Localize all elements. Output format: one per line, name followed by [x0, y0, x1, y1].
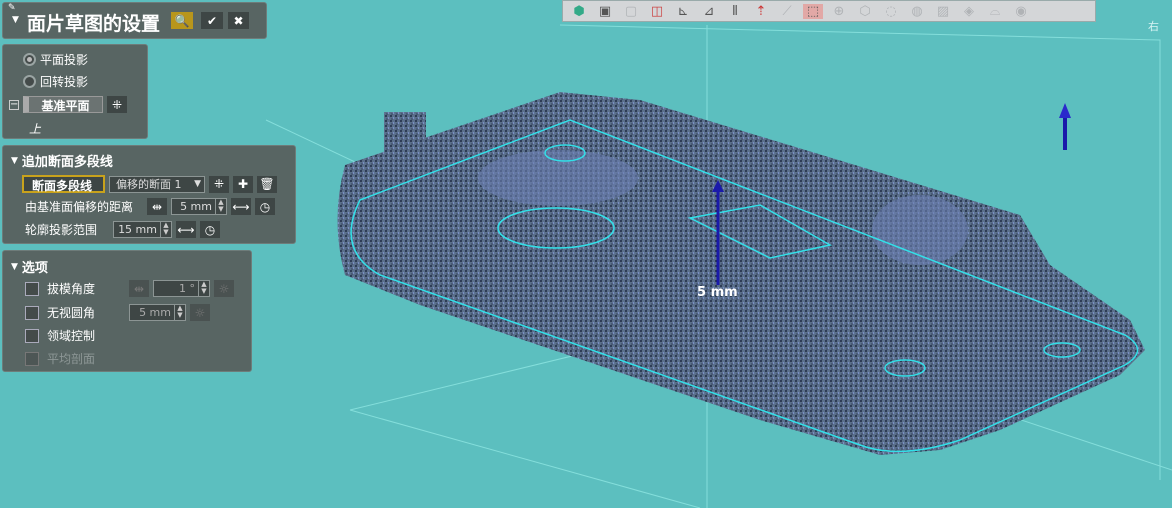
rotate-left-icon[interactable]: ⊾: [673, 4, 693, 19]
dimension-label: 5 mm: [697, 285, 738, 300]
section-view-icon[interactable]: ◫: [647, 4, 667, 19]
polyline-panel: ▼ 追加断面多段线 断面多段线 偏移的断面 1 ▼ ⁜ ✚ 🗑 由基准面偏移的距离 …: [2, 145, 296, 244]
range-spinner[interactable]: ▲ ▼: [161, 221, 172, 238]
radio-icon[interactable]: [23, 53, 36, 66]
checkbox-label: 拔模角度: [47, 282, 96, 296]
flip-icon[interactable]: ⫴: [725, 4, 745, 19]
range-label: 轮廓投影范围: [25, 223, 98, 237]
offset-input[interactable]: 5 mm: [171, 198, 216, 215]
base-plane-field[interactable]: 基准平面: [23, 96, 103, 113]
view-orientation-label: 右: [1148, 19, 1159, 33]
collapse-icon[interactable]: ▼: [11, 156, 18, 166]
add-button[interactable]: ✚: [233, 175, 253, 193]
extrude-icon[interactable]: ⇡: [751, 4, 771, 19]
measure-icon[interactable]: ⟷: [176, 221, 196, 238]
polyline-header[interactable]: ▼ 追加断面多段线: [11, 151, 113, 170]
section-select[interactable]: 偏移的断面 1 ▼: [109, 175, 205, 193]
history-icon[interactable]: ◷: [255, 198, 275, 215]
cancel-button[interactable]: ✖: [228, 12, 249, 29]
checkbox-label: 无视圆角: [47, 306, 96, 320]
checkbox-label: 领域控制: [47, 329, 96, 343]
visibility-icon[interactable]: ◉: [1011, 4, 1031, 19]
pin-icon[interactable]: ✎: [8, 3, 16, 13]
radio-plane-projection[interactable]: 平面投影: [23, 51, 88, 68]
title-panel: ✎ ▼ 面片草图的设置 🔍 ✔ ✖: [2, 2, 267, 39]
offset-label: 由基准面偏移的距离: [25, 200, 134, 214]
axis-indicator-icon: [1059, 103, 1071, 150]
tree-collapse-icon[interactable]: −: [9, 99, 19, 110]
direction-label: 上: [29, 122, 42, 136]
section-polyline-button[interactable]: 断面多段线: [22, 175, 105, 193]
view-toolbar: ⬢ ▣ ▢ ◫ ⊾ ⊿ ⫴ ⇡ ⟋ ⬚ ⊕ ⬡ ◌ ◍ ▨ ◈ ⌓ ◉: [562, 0, 1096, 22]
section-title: 追加断面多段线: [21, 155, 113, 170]
options-header[interactable]: ▼ 选项: [11, 257, 48, 276]
lasso-select-icon[interactable]: ◌: [881, 4, 901, 19]
offset-spinner[interactable]: ▲ ▼: [216, 198, 227, 215]
fill-select-icon[interactable]: ◈: [959, 4, 979, 19]
polygon-select-icon[interactable]: ⬡: [855, 4, 875, 19]
projection-panel: 平面投影 回转投影 − 基准平面 ⁜ 上: [2, 44, 148, 139]
pick-icon: ☼: [214, 280, 234, 297]
fillet-input: 5 mm: [129, 304, 175, 321]
pick-icon[interactable]: ⁜: [209, 175, 229, 193]
measure-icon[interactable]: ⟷: [231, 198, 251, 215]
shading-icon[interactable]: ▢: [621, 4, 641, 19]
collapse-icon[interactable]: ▼: [11, 262, 18, 272]
section-title: 选项: [21, 261, 48, 276]
flip-direction-icon[interactable]: ⇹: [147, 198, 167, 215]
preview-button[interactable]: 🔍: [171, 12, 193, 29]
history-icon[interactable]: ◷: [200, 221, 220, 238]
panel-title: 面片草图的设置: [27, 13, 161, 35]
region-select-icon[interactable]: ⌓: [985, 4, 1005, 19]
fillet-spinner: ▲ ▼: [175, 304, 186, 321]
ignore-fillet-checkbox[interactable]: [25, 305, 39, 320]
collapse-icon[interactable]: ▼: [12, 15, 19, 25]
plane-pick-icon[interactable]: ⁜: [107, 96, 127, 113]
radio-label: 回转投影: [40, 75, 89, 89]
cube-view-icon[interactable]: ▣: [595, 4, 615, 19]
radio-icon[interactable]: [23, 75, 36, 88]
average-section-checkbox: [25, 351, 39, 366]
line-select-icon[interactable]: ⟋: [777, 4, 797, 19]
checkbox-label: 平均剖面: [47, 352, 96, 366]
freehand-select-icon[interactable]: ◍: [907, 4, 927, 19]
chevron-down-icon[interactable]: ▼: [194, 179, 201, 189]
draft-angle-input: 1 °: [153, 280, 199, 297]
delete-button[interactable]: 🗑: [257, 175, 277, 193]
pick-icon: ☼: [190, 304, 210, 321]
options-panel: ▼ 选项 拔模角度 ⇹ 1 ° ▲ ▼ ☼ 无视圆角 5 mm ▲ ▼ ☼ 领域控制 平均…: [2, 250, 252, 372]
flip-direction-icon: ⇹: [129, 280, 149, 297]
draft-angle-checkbox[interactable]: [25, 281, 39, 296]
paint-select-icon[interactable]: ▨: [933, 4, 953, 19]
radio-label: 平面投影: [40, 53, 89, 67]
draft-angle-spinner: ▲ ▼: [199, 280, 210, 297]
region-control-checkbox[interactable]: [25, 328, 39, 343]
confirm-button[interactable]: ✔: [201, 12, 223, 29]
render-mode-icon[interactable]: ⬢: [569, 4, 589, 19]
point-cloud-model: [337, 92, 1145, 455]
radio-rotate-projection[interactable]: 回转投影: [23, 73, 88, 90]
rect-select-icon[interactable]: ⬚: [803, 3, 823, 19]
select-value: 偏移的断面 1: [116, 178, 182, 191]
rotate-right-icon[interactable]: ⊿: [699, 4, 719, 19]
range-input[interactable]: 15 mm: [113, 221, 161, 238]
circle-select-icon[interactable]: ⊕: [829, 4, 849, 19]
